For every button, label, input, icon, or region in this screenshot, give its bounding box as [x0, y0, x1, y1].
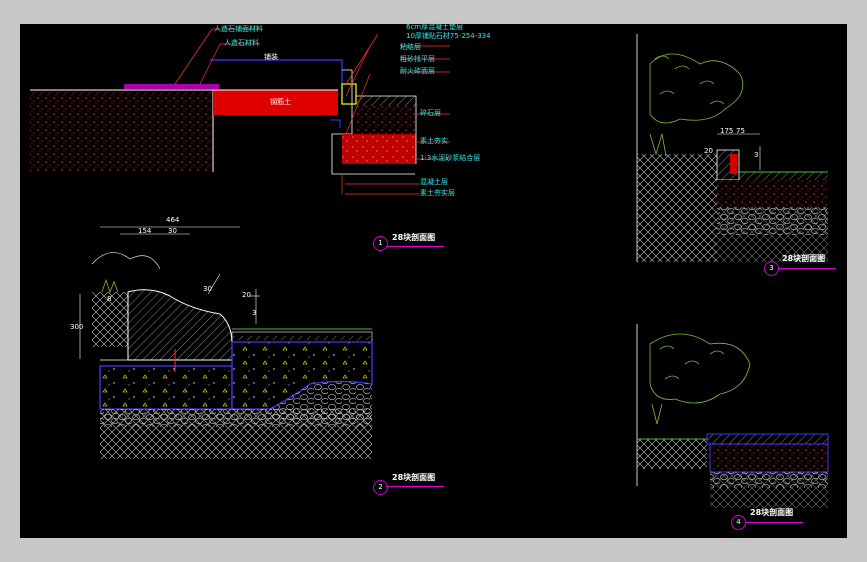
section-1-number: 1	[373, 236, 388, 251]
section-3-drawing	[636, 34, 828, 262]
dim-8: 8	[107, 295, 112, 303]
section-4-drawing	[636, 324, 829, 508]
section-1-underline	[386, 246, 444, 247]
dim-175: 175	[720, 127, 734, 135]
section-3-underline	[778, 268, 836, 269]
section-4-title: 28块剖面图	[750, 508, 794, 517]
section-2-drawing	[79, 226, 373, 459]
callout-10: 1:3水泥砂浆结合层	[420, 154, 481, 162]
dim-154: 154	[138, 227, 152, 235]
dim-30: 30	[168, 227, 177, 235]
section-3-title: 28块剖面图	[782, 254, 826, 263]
callout-9: 素土夯实	[420, 137, 448, 145]
section-2-underline	[386, 486, 444, 487]
drawing-canvas: 人造石铺面材料 人造石材料 6cm厚混凝土垫层 10厚铺贴石材75-254-33…	[20, 24, 847, 538]
section-1-drawing	[30, 28, 450, 195]
callout-11: 混凝土层	[420, 178, 448, 186]
section-3-number: 3	[764, 261, 779, 276]
section-4-underline	[745, 522, 803, 523]
section-4-number: 4	[731, 515, 746, 530]
callout-4: 10厚铺贴石材75-254-334	[406, 32, 491, 40]
soil-label: 钢筋土	[270, 98, 291, 106]
drawing-svg	[30, 28, 829, 508]
dim-30b: 30	[203, 285, 212, 293]
callout-7: 耐火砖面层	[400, 67, 435, 75]
dim-464: 464	[166, 216, 180, 224]
dim-3-s3: 3	[754, 151, 759, 159]
dim-300: 300	[70, 323, 84, 331]
mid-label: 铺装	[264, 53, 278, 61]
callout-2: 人造石材料	[224, 39, 259, 47]
dim-20-s3: 20	[704, 147, 713, 155]
section-1-title: 28块剖面图	[392, 233, 436, 242]
cad-viewport: 人造石铺面材料 人造石材料 6cm厚混凝土垫层 10厚铺贴石材75-254-33…	[0, 0, 867, 562]
callout-1: 人造石铺面材料	[214, 25, 263, 33]
callout-8: 碎石层	[420, 109, 441, 117]
section-2-title: 28块剖面图	[392, 473, 436, 482]
section-2-number: 2	[373, 480, 388, 495]
dim-75: 75	[736, 127, 745, 135]
callout-5: 粘结层	[400, 43, 421, 51]
callout-6: 粗砂找平层	[400, 55, 435, 63]
callout-12: 素土夯实层	[420, 189, 455, 197]
dim-3: 3	[252, 309, 257, 317]
dim-20: 20	[242, 291, 251, 299]
callout-3: 6cm厚混凝土垫层	[406, 23, 464, 31]
